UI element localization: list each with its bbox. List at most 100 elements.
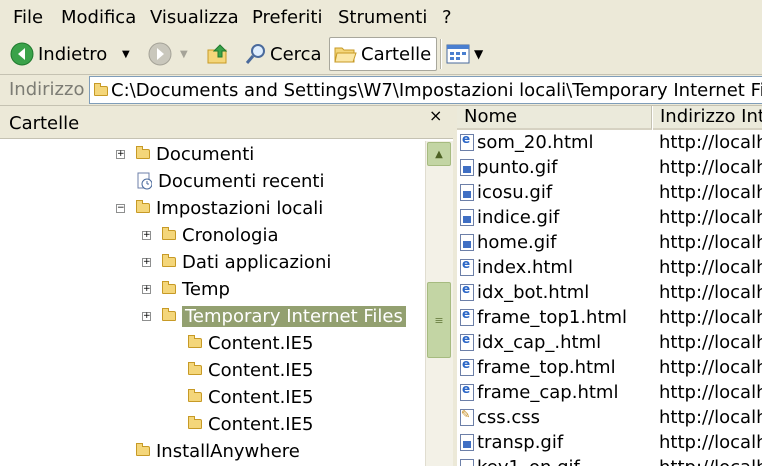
expand-icon[interactable]: + [142,285,151,294]
tree-item-installanywhere[interactable]: InstallAnywhere [136,438,416,464]
file-row[interactable]: css.css http://localhost [457,406,762,431]
file-name: transp.gif [477,432,564,453]
file-internet-address: http://localhost [659,382,762,403]
tree-item-label: Documenti recenti [158,170,325,192]
column-header-name[interactable]: Nome [457,106,652,130]
folder-icon [94,83,108,96]
file-internet-address: http://localhost [659,182,762,203]
forward-dropdown-button[interactable]: ▼ [180,37,188,71]
file-row[interactable]: frame_cap.html http://localhost [457,381,762,406]
tree-item-label: Cronologia [182,224,279,246]
expand-icon[interactable]: + [116,150,125,159]
css-file-icon [460,408,474,426]
file-internet-address: http://localhost [659,207,762,228]
menu-visualizza[interactable]: Visualizza [150,7,239,28]
toolbar: Indietro ▼ ▼ Cerca Cartelle ▼ [0,34,762,75]
tree-item-content-ie5[interactable]: Content.IE5 [188,330,408,356]
file-name: idx_bot.html [477,282,590,303]
file-internet-address: http://localhost [659,282,762,303]
html-file-icon [460,332,474,351]
file-name: key1_on.gif [477,457,580,466]
back-dropdown-button[interactable]: ▼ [122,37,130,71]
folder-icon [136,443,150,456]
search-button[interactable]: Cerca [244,37,322,71]
file-name: punto.gif [477,157,558,178]
gif-file-icon [460,209,474,226]
up-folder-button[interactable] [206,37,230,71]
folder-open-icon [162,308,176,321]
tree-item-content-ie5[interactable]: Content.IE5 [188,411,408,437]
file-row[interactable]: transp.gif http://localhost [457,431,762,456]
chevron-down-icon: ▼ [180,48,188,60]
back-button[interactable]: Indietro [10,37,107,71]
html-file-icon [460,382,474,401]
file-row[interactable]: home.gif http://localhost [457,231,762,256]
recent-documents-icon [137,172,152,190]
scroll-up-button[interactable]: ▲ [427,142,451,166]
file-internet-address: http://localhost [659,407,762,428]
file-row[interactable]: index.html http://localhost [457,256,762,281]
folder-icon [334,47,357,63]
tree-item-temporary-internet-files[interactable]: + Temporary Internet Files [140,303,420,329]
html-file-icon [460,307,474,326]
file-row[interactable]: punto.gif http://localhost [457,156,762,181]
gif-file-icon [460,159,474,176]
tree-item-content-ie5[interactable]: Content.IE5 [188,384,408,410]
file-row[interactable]: key1_on.gif http://localhost [457,456,762,466]
column-header-address[interactable]: Indirizzo Internet [653,106,762,130]
tree-item-documenti[interactable]: + Documenti [114,141,414,167]
folders-pane-title: Cartelle [9,113,80,134]
address-input[interactable]: C:\Documents and Settings\W7\Impostazion… [89,76,762,104]
menu-modifica[interactable]: Modifica [61,7,136,28]
expand-icon[interactable]: + [142,231,151,240]
collapse-icon[interactable]: − [116,204,125,213]
scroll-thumb[interactable]: ≡ [427,282,451,358]
tree-item-temp[interactable]: + Temp [140,276,420,302]
tree-item-label: Dati applicazioni [182,251,332,273]
file-row[interactable]: idx_cap_.html http://localhost [457,331,762,356]
tree-item-documenti-recenti[interactable]: Documenti recenti [114,168,414,194]
menu-strumenti[interactable]: Strumenti [338,7,427,28]
menu-help[interactable]: ? [442,7,452,28]
tree-scrollbar[interactable]: ▲ ≡ [425,141,453,466]
grip-icon: ≡ [434,313,444,327]
folder-open-icon [136,200,150,213]
file-row[interactable]: frame_top.html http://localhost [457,356,762,381]
file-internet-address: http://localhost [659,432,762,453]
file-internet-address: http://localhost [659,257,762,278]
file-row[interactable]: icosu.gif http://localhost [457,181,762,206]
folder-icon [188,362,202,375]
tree-item-label: Content.IE5 [208,332,314,354]
folders-button[interactable]: Cartelle [329,37,437,71]
file-row[interactable]: som_20.html http://localhost [457,131,762,156]
menu-preferiti[interactable]: Preferiti [252,7,323,28]
menu-file[interactable]: File [13,7,43,28]
folder-icon [188,416,202,429]
file-row[interactable]: frame_top1.html http://localhost [457,306,762,331]
file-list-pane: Nome Indirizzo Internet som_20.html http:… [457,106,762,466]
history-folder-icon [162,227,176,240]
search-icon [245,44,265,64]
address-value: C:\Documents and Settings\W7\Impostazion… [111,80,762,101]
close-pane-button[interactable]: × [429,106,442,125]
forward-button[interactable] [148,37,172,71]
search-label: Cerca [270,43,322,65]
address-label: Indirizzo [9,79,85,100]
expand-icon[interactable]: + [142,312,151,321]
file-name: index.html [477,257,573,278]
folders-pane: Cartelle × + Documenti Documenti recenti… [0,106,453,466]
file-internet-address: http://localhost [659,132,762,153]
back-arrow-icon [10,42,34,66]
file-name: home.gif [477,232,557,253]
file-row[interactable]: idx_bot.html http://localhost [457,281,762,306]
tree-item-cronologia[interactable]: + Cronologia [140,222,420,248]
file-row[interactable]: indice.gif http://localhost [457,206,762,231]
gif-file-icon [460,459,474,466]
views-button[interactable]: ▼ [446,37,483,71]
tree-item-content-ie5[interactable]: Content.IE5 [188,357,408,383]
folder-icon [136,146,150,159]
expand-icon[interactable]: + [142,258,151,267]
gif-file-icon [460,234,474,251]
tree-item-impostazioni-locali[interactable]: − Impostazioni locali [114,195,414,221]
tree-item-dati-applicazioni[interactable]: + Dati applicazioni [140,249,420,275]
